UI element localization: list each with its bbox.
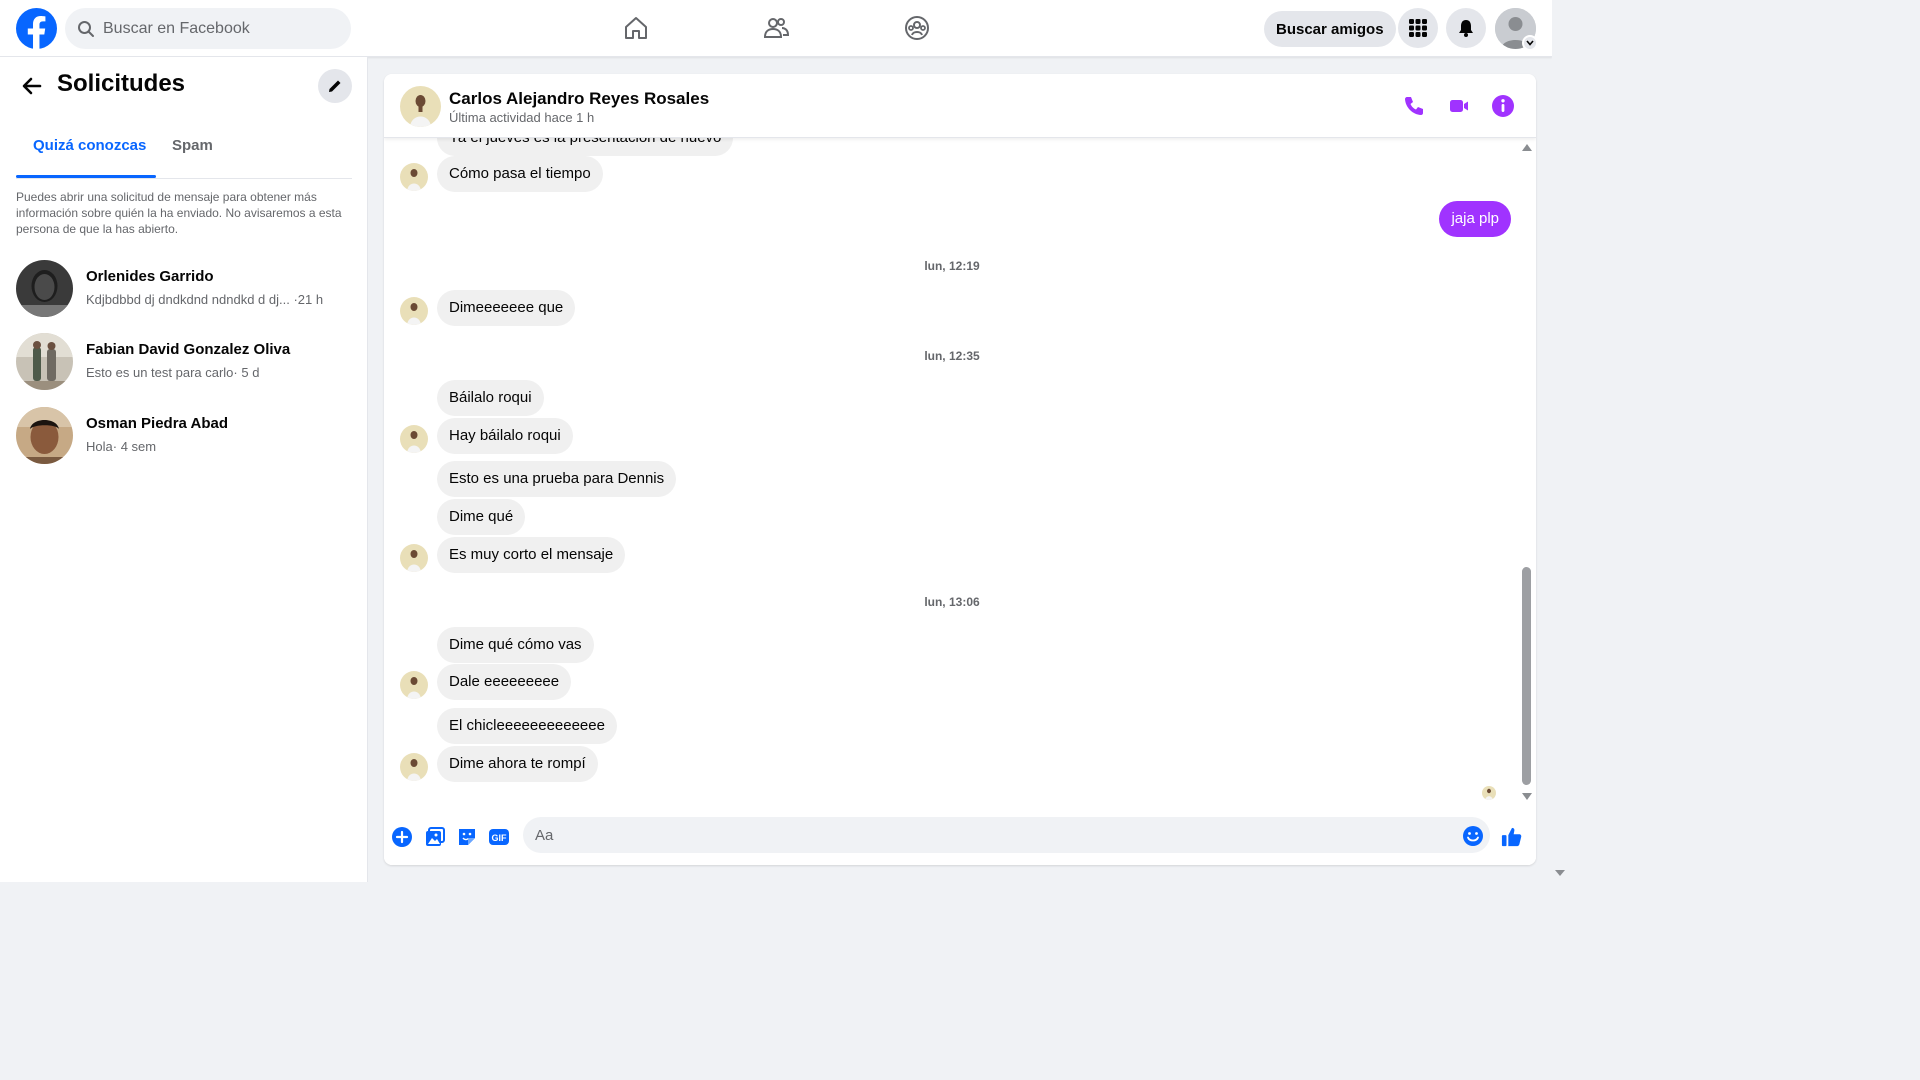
- menu-grid-icon[interactable]: [1398, 8, 1438, 48]
- sender-avatar[interactable]: [400, 544, 428, 572]
- request-time: · 4 sem: [112, 439, 157, 454]
- info-icon[interactable]: [1491, 94, 1515, 118]
- scroll-down-arrow-icon[interactable]: [1522, 793, 1532, 800]
- phone-call-icon[interactable]: [1402, 94, 1426, 118]
- emoji-icon[interactable]: [1462, 825, 1484, 847]
- message-bubble[interactable]: Dime qué cómo vas: [437, 627, 594, 663]
- sender-avatar[interactable]: [400, 163, 428, 191]
- message-bubble[interactable]: Báilalo roqui: [437, 380, 544, 416]
- home-icon[interactable]: [620, 12, 652, 44]
- message-timestamp: lun, 12:35: [924, 349, 980, 363]
- request-preview: Kdjbdbbd dj dndkdnd ndndkd d dj... ·21 h: [86, 292, 323, 307]
- avatar: [16, 407, 73, 464]
- request-sender-name: Fabian David Gonzalez Oliva: [86, 341, 291, 358]
- outgoing-message-bubble[interactable]: jaja plp: [1439, 201, 1511, 237]
- request-preview-text: Hola: [86, 439, 113, 454]
- message-bubble[interactable]: Dime qué: [437, 499, 526, 535]
- back-arrow-icon[interactable]: [20, 74, 44, 98]
- facebook-logo-icon[interactable]: [16, 8, 57, 50]
- contact-status: Última actividad hace 1 h: [449, 110, 595, 125]
- sender-avatar[interactable]: [400, 671, 428, 699]
- message-input[interactable]: [523, 817, 1490, 853]
- message-timestamp: lun, 13:06: [924, 595, 980, 609]
- message-bubble[interactable]: El chicleeeeeeeeeeeee: [437, 708, 617, 744]
- request-sender-name: Orlenides Garrido: [86, 268, 214, 285]
- message-bubble[interactable]: Hay báilalo roqui: [437, 418, 573, 454]
- message-bubble[interactable]: Esto es una prueba para Dennis: [437, 461, 677, 497]
- message-requests-panel: Solicitudes Quizá conozcas Spam Puedes a…: [0, 57, 368, 882]
- conversation-header: Carlos Alejandro Reyes Rosales Última ac…: [384, 74, 1536, 138]
- avatar: [16, 260, 73, 317]
- contact-name[interactable]: Carlos Alejandro Reyes Rosales: [449, 89, 709, 109]
- message-bubble[interactable]: Ya el jueves es la presentación de nuevo: [437, 138, 734, 156]
- request-preview-text: Kdjbdbbd dj dndkdnd ndndkd d dj...: [86, 292, 290, 307]
- requests-info-text: Puedes abrir una solicitud de mensaje pa…: [16, 190, 342, 236]
- request-item[interactable]: Fabian David Gonzalez Oliva Esto es un t…: [8, 327, 360, 395]
- svg-text:GIF: GIF: [492, 833, 508, 843]
- message-timestamp: lun, 12:19: [924, 259, 980, 273]
- request-preview: Hola· 4 sem: [86, 439, 156, 454]
- request-item[interactable]: Orlenides Garrido Kdjbdbbd dj dndkdnd nd…: [8, 254, 360, 322]
- message-bubble[interactable]: Es muy corto el mensaje: [437, 537, 626, 573]
- request-preview: Esto es un test para carlo· 5 d: [86, 365, 259, 380]
- chevron-down-icon[interactable]: [1522, 35, 1538, 51]
- message-composer: GIF: [384, 808, 1536, 865]
- scrollbar-thumb[interactable]: [1522, 567, 1531, 785]
- sender-avatar[interactable]: [400, 753, 428, 781]
- tab-spam[interactable]: Spam: [172, 137, 213, 154]
- search-icon: [77, 20, 95, 38]
- groups-icon[interactable]: [901, 12, 933, 44]
- request-sender-name: Osman Piedra Abad: [86, 415, 228, 432]
- gif-icon[interactable]: GIF: [488, 826, 510, 848]
- tab-maybe-you-know[interactable]: Quizá conozcas: [33, 137, 146, 154]
- page-scroll-down-arrow-icon[interactable]: [1555, 870, 1565, 876]
- message-bubble[interactable]: Dale eeeeeeeee: [437, 664, 572, 700]
- notifications-bell-icon[interactable]: [1446, 8, 1486, 48]
- page-scrollbar[interactable]: [1552, 0, 1568, 882]
- find-friends-button[interactable]: Buscar amigos: [1264, 11, 1396, 47]
- avatar: [16, 333, 73, 390]
- plus-circle-icon[interactable]: [391, 826, 413, 848]
- edit-pencil-icon[interactable]: [318, 69, 352, 103]
- search-input[interactable]: [103, 19, 323, 38]
- video-call-icon[interactable]: [1447, 94, 1471, 118]
- message-bubble[interactable]: Dime ahora te rompí: [437, 746, 598, 782]
- panel-title: Solicitudes: [57, 70, 186, 97]
- photo-gallery-icon[interactable]: [424, 826, 446, 848]
- message-bubble[interactable]: Dimeeeeeee que: [437, 290, 576, 326]
- tab-divider: [16, 178, 352, 179]
- request-preview-text: Esto es un test para carlo: [86, 365, 234, 380]
- message-list: Ya el jueves es la presentación de nuevo…: [384, 138, 1536, 808]
- request-time: · 5 d: [233, 365, 260, 380]
- request-item[interactable]: Osman Piedra Abad Hola· 4 sem: [8, 401, 360, 469]
- request-time: ·21 h: [293, 292, 324, 307]
- avatar[interactable]: [400, 86, 441, 127]
- conversation-panel: Carlos Alejandro Reyes Rosales Última ac…: [384, 74, 1536, 865]
- sender-avatar[interactable]: [400, 297, 428, 325]
- search-bar[interactable]: [65, 8, 351, 49]
- sticker-icon[interactable]: [456, 826, 478, 848]
- friends-icon[interactable]: [760, 12, 792, 44]
- message-bubble[interactable]: Cómo pasa el tiempo: [437, 156, 603, 192]
- scroll-up-arrow-icon[interactable]: [1522, 144, 1532, 151]
- seen-receipt-avatar: [1482, 786, 1496, 800]
- thumbs-up-icon[interactable]: [1501, 826, 1523, 848]
- top-navigation-bar: Buscar amigos: [0, 0, 1552, 57]
- sender-avatar[interactable]: [400, 425, 428, 453]
